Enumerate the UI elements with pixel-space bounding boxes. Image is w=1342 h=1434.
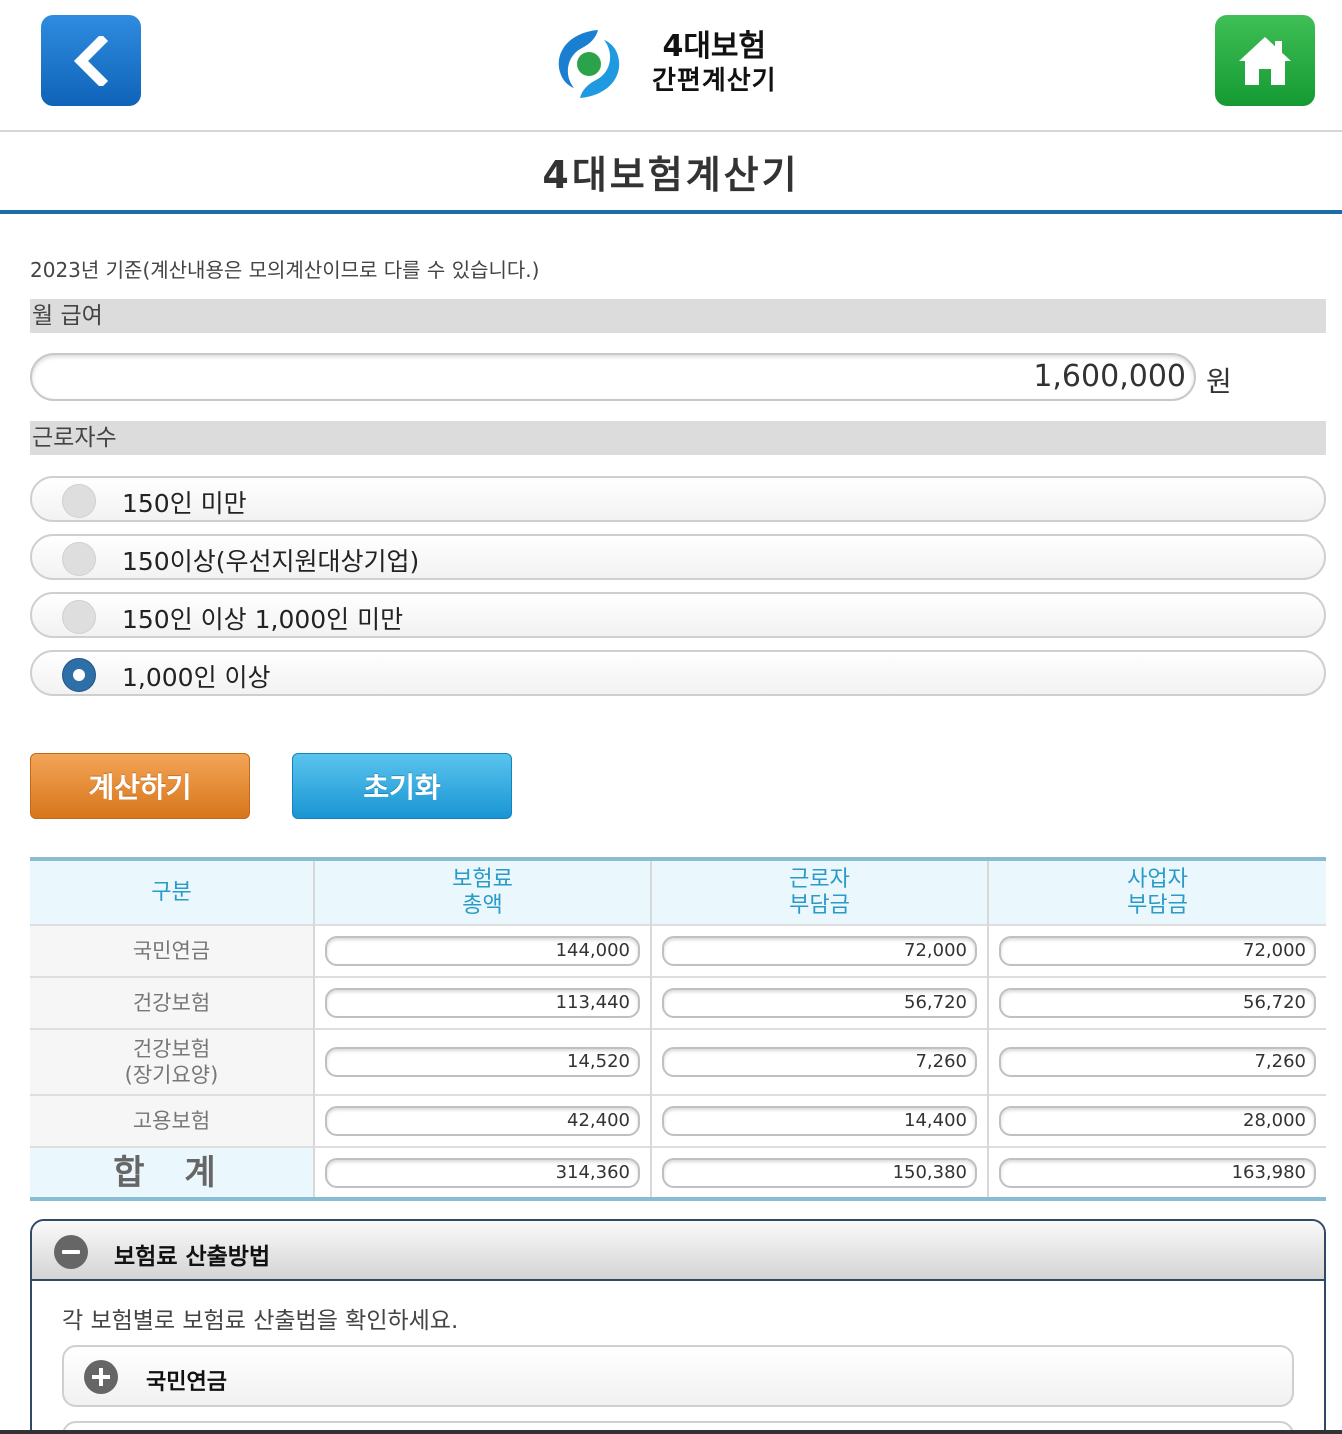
row-label: 고용보험 xyxy=(30,1094,315,1147)
radio-button[interactable] xyxy=(62,484,96,518)
radio-label: 150이상(우선지원대상기업) xyxy=(122,547,420,576)
row-label: 건강보험 (장기요양) xyxy=(30,1028,315,1095)
salary-label: 월 급여 xyxy=(30,299,1326,333)
total-field[interactable]: 14,520 xyxy=(325,1047,640,1077)
title-bar: 4대보험계산기 xyxy=(0,132,1342,214)
employer-field[interactable]: 72,000 xyxy=(999,936,1316,966)
employee-field[interactable]: 72,000 xyxy=(662,936,977,966)
row-label: 국민연금 xyxy=(30,924,315,977)
method-panel-header[interactable]: 보험료 산출방법 xyxy=(32,1221,1324,1281)
logo-title: 4대보험 xyxy=(662,29,767,64)
logo-subtitle: 간편계산기 xyxy=(652,66,777,96)
total-sum-field[interactable]: 314,360 xyxy=(325,1157,640,1188)
workers-label: 근로자수 xyxy=(30,421,1326,455)
employee-field[interactable]: 7,260 xyxy=(662,1047,977,1077)
bottom-edge xyxy=(0,1430,1342,1434)
employer-field[interactable]: 7,260 xyxy=(999,1047,1316,1077)
table-header-row: 구분 보험료 총액 근로자 부담금 사업자 부담금 xyxy=(30,859,1326,925)
radio-option-150-to-1000[interactable]: 150인 이상 1,000인 미만 xyxy=(30,592,1326,638)
radio-label: 150인 이상 1,000인 미만 xyxy=(122,605,404,634)
col-header-employee: 근로자 부담금 xyxy=(651,859,989,925)
employee-field[interactable]: 14,400 xyxy=(662,1106,977,1136)
table-row: 국민연금 144,000 72,000 72,000 xyxy=(30,924,1326,977)
table-row: 고용보험 42,400 14,400 28,000 xyxy=(30,1094,1326,1147)
table-total-row: 합 계 314,360 150,380 163,980 xyxy=(30,1146,1326,1199)
method-item-label: 국민연금 xyxy=(146,1370,227,1395)
col-header-employer: 사업자 부담금 xyxy=(988,859,1326,925)
col-header-category: 구분 xyxy=(30,859,315,925)
home-icon xyxy=(1239,36,1291,85)
radio-option-1000-plus[interactable]: 1,000인 이상 xyxy=(30,650,1326,696)
employer-sum-field[interactable]: 163,980 xyxy=(999,1157,1316,1188)
app-logo: 4대보험 간편계산기 xyxy=(552,26,812,106)
employer-field[interactable]: 56,720 xyxy=(999,988,1316,1018)
result-table: 구분 보험료 총액 근로자 부담금 사업자 부담금 국민연금 144,000 7… xyxy=(30,857,1326,1201)
home-button[interactable] xyxy=(1215,15,1315,106)
expand-icon[interactable] xyxy=(84,1360,118,1394)
calculate-button[interactable]: 계산하기 xyxy=(30,753,250,819)
back-button[interactable] xyxy=(41,15,141,106)
table-row: 건강보험 113,440 56,720 56,720 xyxy=(30,976,1326,1029)
radio-button[interactable] xyxy=(62,600,96,634)
total-field[interactable]: 113,440 xyxy=(325,988,640,1018)
radio-option-150-priority[interactable]: 150이상(우선지원대상기업) xyxy=(30,534,1326,580)
chevron-left-icon xyxy=(73,35,109,86)
col-header-total: 보험료 총액 xyxy=(314,859,652,925)
table-row: 건강보험 (장기요양) 14,520 7,260 7,260 xyxy=(30,1028,1326,1095)
page-title: 4대보험계산기 xyxy=(542,152,800,197)
row-label: 건강보험 xyxy=(30,976,315,1029)
employee-field[interactable]: 56,720 xyxy=(662,988,977,1018)
radio-label: 150인 미만 xyxy=(122,489,247,518)
total-field[interactable]: 42,400 xyxy=(325,1106,640,1136)
method-item-national-pension[interactable]: 국민연금 xyxy=(62,1345,1294,1407)
collapse-icon[interactable] xyxy=(54,1235,88,1269)
logo-mark-icon xyxy=(558,30,620,98)
basis-note: 2023년 기준(계산내용은 모의계산이므로 다를 수 있습니다.) xyxy=(30,258,540,282)
salary-input[interactable]: 1,600,000 xyxy=(30,353,1196,401)
radio-label: 1,000인 이상 xyxy=(122,663,271,692)
employee-sum-field[interactable]: 150,380 xyxy=(662,1157,977,1188)
total-row-label: 합 계 xyxy=(30,1146,315,1199)
employer-field[interactable]: 28,000 xyxy=(999,1106,1316,1136)
method-description: 각 보험별로 보험료 산출법을 확인하세요. xyxy=(62,1308,459,1334)
reset-button[interactable]: 초기화 xyxy=(292,753,512,819)
logo-text: 4대보험 간편계산기 xyxy=(652,30,777,98)
calculation-method-panel: 보험료 산출방법 각 보험별로 보험료 산출법을 확인하세요. 국민연금 xyxy=(30,1219,1326,1434)
total-field[interactable]: 144,000 xyxy=(325,936,640,966)
radio-button[interactable] xyxy=(62,542,96,576)
radio-option-under-150[interactable]: 150인 미만 xyxy=(30,476,1326,522)
salary-unit: 원 xyxy=(1206,365,1232,398)
radio-button-checked[interactable] xyxy=(62,658,96,692)
method-panel-title: 보험료 산출방법 xyxy=(114,1244,271,1270)
top-bar: 4대보험 간편계산기 xyxy=(0,0,1342,132)
